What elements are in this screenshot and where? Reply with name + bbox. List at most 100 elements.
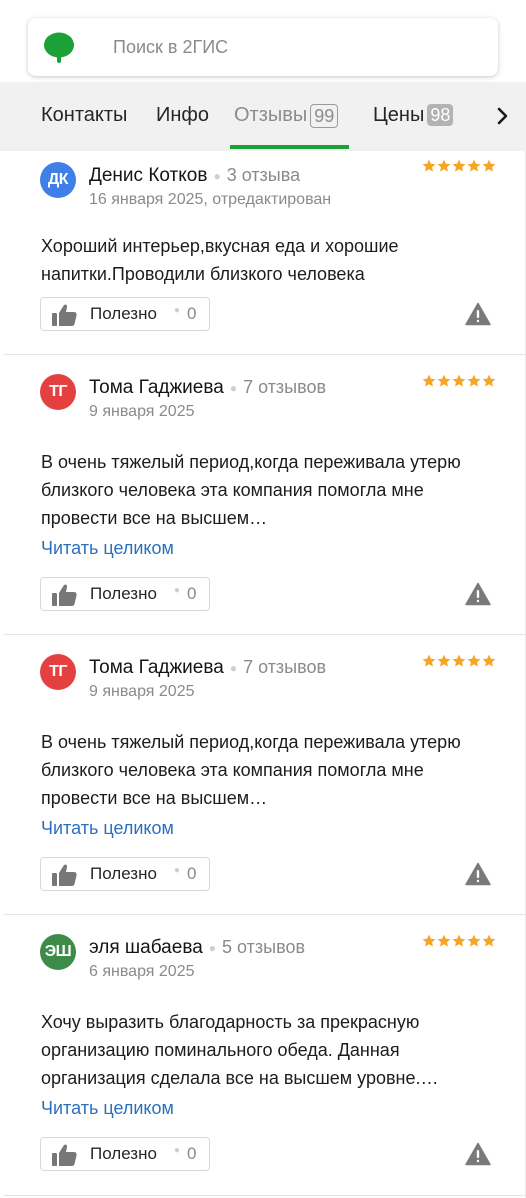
search-header: Поиск в 2ГИС [0, 0, 526, 82]
review-divider [4, 914, 526, 915]
avatar[interactable]: ТГ [40, 654, 76, 690]
star-icon [482, 934, 496, 947]
separator-dot: ● [229, 660, 238, 675]
star-icon [467, 374, 481, 387]
search-input[interactable]: Поиск в 2ГИС [113, 37, 228, 58]
star-icon [437, 934, 451, 947]
author-review-count: 3 отзыва [226, 165, 301, 185]
separator-dot: ● [174, 305, 181, 316]
thumbs-up-icon [52, 864, 77, 886]
star-icon [467, 934, 481, 947]
avatar[interactable]: ДК [40, 162, 76, 198]
thumbs-up-icon [52, 1144, 77, 1166]
helpful-label: Полезно [90, 864, 157, 883]
review-author[interactable]: Тома Гаджиева ● 7 отзывов [89, 377, 326, 399]
review-card: ТГ Тома Гаджиева ● 7 отзывов 9 января 2025… [0, 636, 526, 914]
star-icon [482, 159, 496, 172]
separator-dot: ● [213, 168, 221, 183]
review-date: 9 января 2025 [89, 683, 195, 700]
tab-bar: Контакты Инфо Отзывы 99 Цены 98 [0, 82, 526, 151]
review-divider [4, 634, 526, 635]
helpful-button[interactable]: Полезно ● 0 [40, 297, 210, 331]
tab-prices[interactable]: Цены 98 [373, 104, 454, 127]
star-icon [467, 654, 481, 667]
tab-reviews[interactable]: Отзывы 99 [234, 104, 339, 128]
tab-contacts[interactable]: Контакты [41, 104, 127, 127]
author-review-count: 7 отзывов [243, 377, 327, 397]
review-text: Хочу выразить благодарность за прекрасну… [41, 1012, 439, 1088]
read-more-link[interactable]: Читать целиком [41, 1098, 174, 1119]
star-icon [452, 654, 466, 667]
report-warning-icon[interactable] [465, 302, 491, 326]
star-icon [422, 374, 436, 387]
separator-dot: ● [208, 940, 217, 955]
author-name[interactable]: Тома Гаджиева [89, 657, 224, 678]
tab-info[interactable]: Инфо [156, 104, 209, 127]
helpful-label: Полезно [90, 584, 157, 603]
star-icon [482, 654, 496, 667]
star-icon [452, 159, 466, 172]
author-review-count: 7 отзывов [243, 657, 327, 677]
review-text: Хороший интерьер,вкусная еда и хорошие н… [41, 236, 399, 284]
active-tab-indicator [230, 145, 349, 149]
search-box[interactable]: Поиск в 2ГИС [28, 18, 498, 76]
author-name[interactable]: эля шабаева [89, 937, 203, 958]
review-card: ЭШ эля шабаева ● 5 отзывов 6 января 2025 Х… [0, 916, 526, 1195]
review-divider [4, 1195, 526, 1196]
star-icon [437, 159, 451, 172]
report-warning-icon[interactable] [465, 862, 491, 886]
avatar[interactable]: ЭШ [40, 934, 76, 970]
tab-label: Отзывы [234, 104, 308, 126]
tab-label: Цены [373, 104, 425, 126]
review-author[interactable]: эля шабаева ● 5 отзывов [89, 937, 305, 959]
star-icon [452, 934, 466, 947]
rating-stars [422, 654, 496, 667]
separator-dot: ● [174, 865, 181, 876]
helpful-count: 0 [187, 304, 197, 323]
tab-prices-count-badge: 98 [427, 104, 454, 126]
2gis-logo-icon [44, 32, 74, 63]
review-date: 6 января 2025 [89, 963, 195, 980]
review-date: 9 января 2025 [89, 403, 195, 420]
author-name[interactable]: Денис Котков [89, 165, 207, 186]
helpful-button[interactable]: Полезно ● 0 [40, 577, 210, 611]
author-name[interactable]: Тома Гаджиева [89, 377, 224, 398]
star-icon [482, 374, 496, 387]
helpful-count: 0 [187, 864, 197, 883]
chevron-right-icon[interactable] [494, 104, 512, 128]
separator-dot: ● [229, 380, 238, 395]
separator-dot: ● [174, 585, 181, 596]
tab-label: Инфо [156, 104, 209, 126]
review-divider [4, 354, 526, 355]
star-icon [422, 159, 436, 172]
report-warning-icon[interactable] [465, 1142, 491, 1166]
star-icon [437, 654, 451, 667]
separator-dot: ● [174, 1145, 181, 1156]
star-icon [422, 654, 436, 667]
rating-stars [422, 374, 496, 387]
avatar[interactable]: ТГ [40, 374, 76, 410]
report-warning-icon[interactable] [465, 582, 491, 606]
thumbs-up-icon [52, 304, 77, 326]
review-card: ДК Денис Котков ● 3 отзыва 16 января 2025,… [0, 150, 526, 354]
review-card: ТГ Тома Гаджиева ● 7 отзывов 9 января 2025… [0, 356, 526, 634]
read-more-link[interactable]: Читать целиком [41, 538, 174, 559]
read-more-link[interactable]: Читать целиком [41, 818, 174, 839]
review-text: В очень тяжелый период,когда переживала … [41, 452, 461, 528]
rating-stars [422, 159, 496, 172]
rating-stars [422, 934, 496, 947]
helpful-count: 0 [187, 584, 197, 603]
star-icon [422, 934, 436, 947]
star-icon [437, 374, 451, 387]
thumbs-up-icon [52, 584, 77, 606]
star-icon [452, 374, 466, 387]
helpful-label: Полезно [90, 1144, 157, 1163]
helpful-button[interactable]: Полезно ● 0 [40, 1137, 210, 1171]
tab-label: Контакты [41, 104, 128, 126]
helpful-button[interactable]: Полезно ● 0 [40, 857, 210, 891]
author-review-count: 5 отзывов [222, 937, 306, 957]
review-author[interactable]: Денис Котков ● 3 отзыва [89, 165, 300, 187]
review-text: В очень тяжелый период,когда переживала … [41, 732, 461, 808]
review-author[interactable]: Тома Гаджиева ● 7 отзывов [89, 657, 326, 679]
review-date: 16 января 2025, отредактирован [89, 191, 332, 208]
